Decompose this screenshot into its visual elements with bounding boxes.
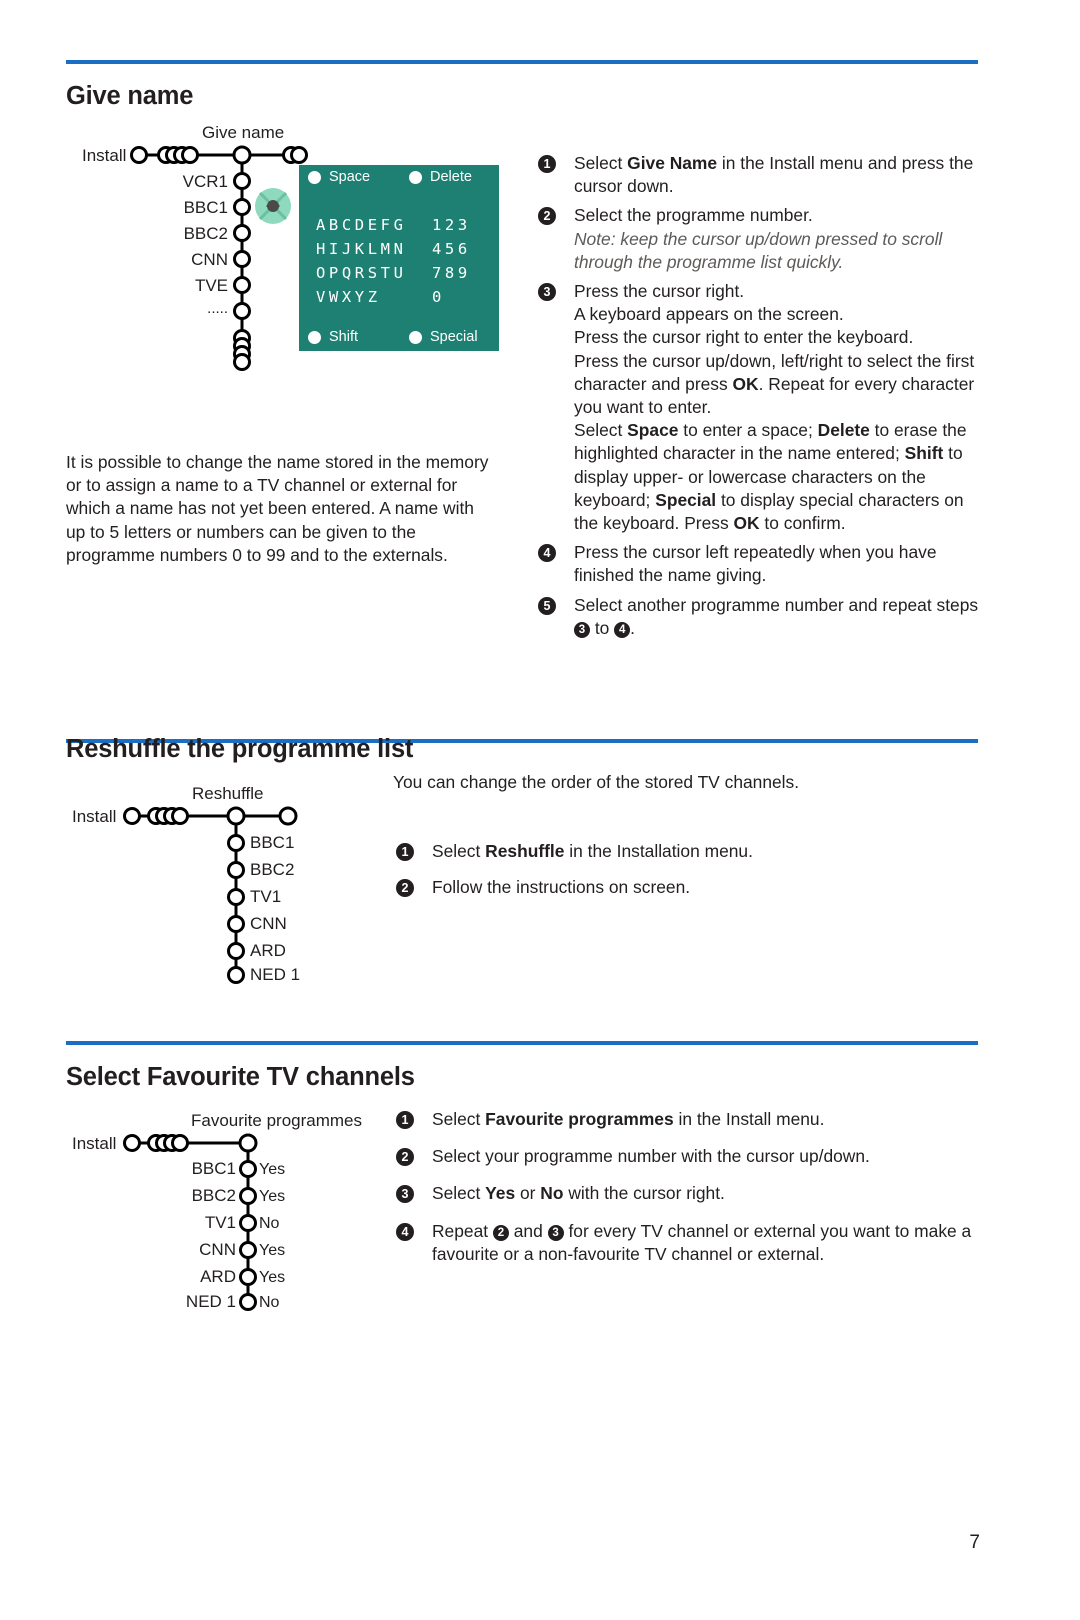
step-item: 5 Select another programme number and re… — [538, 594, 980, 640]
step-item: 4 Press the cursor left repeatedly when … — [538, 541, 980, 587]
tree-item-ard: ARD — [200, 1267, 236, 1286]
step-text: Repeat 2 and 3 for every TV channel or e… — [432, 1220, 972, 1264]
step-number: 1 — [538, 155, 556, 173]
step-item: 1 Select Reshuffle in the Installation m… — [396, 840, 956, 863]
step-item: 2 Follow the instructions on screen. — [396, 876, 956, 899]
step-item: 1 Select Give Name in the Install menu a… — [538, 152, 980, 198]
osd-number-row-4[interactable]: 0 — [432, 288, 445, 306]
step-item: 2 Select your programme number with the … — [396, 1145, 976, 1168]
step-number: 4 — [538, 544, 556, 563]
step-number: 2 — [396, 879, 414, 898]
step-number: 3 — [396, 1185, 414, 1204]
step-number: 2 — [396, 1148, 414, 1167]
step-text: Select Reshuffle in the Installation men… — [432, 841, 753, 861]
step-item: 2 Select the programme number. Note: keep… — [538, 204, 980, 274]
step-text: Select another programme number and repe… — [574, 594, 979, 638]
document-page: Give name Install Give name VCR1 BBC1 BB… — [0, 0, 1080, 1620]
step-item: 3 Select Yes or No with the cursor right… — [396, 1182, 976, 1205]
step-item: 4 Repeat 2 and 3 for every TV channel or… — [396, 1220, 976, 1266]
osd-delete-label[interactable]: Delete — [430, 169, 472, 185]
step-text: Select Favourite programmes in the Insta… — [432, 1109, 825, 1129]
step-number: 3 — [538, 283, 556, 302]
tree-value-bbc1: Yes — [259, 1161, 286, 1178]
step-text: Select the programme number. Note: keep t… — [574, 205, 943, 272]
give-name-steps-list: 1 Select Give Name in the Install menu a… — [538, 152, 980, 640]
tree-value-tv1: No — [259, 1215, 280, 1232]
tree-value-ard: Yes — [259, 1269, 286, 1286]
step-text: Press the cursor left repeatedly when yo… — [574, 542, 937, 586]
osd-special-label[interactable]: Special — [430, 329, 478, 345]
step-number: 1 — [396, 1111, 414, 1129]
step-item: 1 Select Favourite programmes in the Ins… — [396, 1108, 976, 1131]
tree-value-bbc2: Yes — [259, 1188, 286, 1205]
osd-number-row-3[interactable]: 789 — [432, 264, 471, 282]
tree-item-bbc1: BBC1 — [191, 1159, 236, 1178]
osd-number-row-2[interactable]: 456 — [432, 240, 471, 258]
reshuffle-steps-list: 1 Select Reshuffle in the Installation m… — [396, 840, 956, 899]
tree-value-ned1: No — [259, 1294, 280, 1311]
reshuffle-intro-paragraph: You can change the order of the stored T… — [393, 772, 800, 792]
step-number: 2 — [538, 207, 556, 226]
step-text: Select Yes or No with the cursor right. — [432, 1183, 725, 1204]
favourite-steps-list: 1 Select Favourite programmes in the Ins… — [396, 1108, 976, 1266]
step-text: Follow the instructions on screen. — [432, 877, 691, 898]
tree-item-cnn: CNN — [199, 1240, 236, 1259]
step-number: 1 — [396, 843, 414, 861]
tree-item-ned1: NED 1 — [185, 1292, 236, 1311]
step-text: Select your programme number with the cu… — [432, 1146, 870, 1167]
tree-item-bbc2: BBC2 — [191, 1186, 236, 1205]
step-text: Select Give Name in the Install menu and… — [574, 153, 974, 197]
tree-value-cnn: Yes — [259, 1242, 286, 1259]
osd-number-row-1[interactable]: 123 — [432, 216, 471, 234]
step-item: 3 Press the cursor right. A keyboard appe… — [538, 280, 980, 535]
step-text: Press the cursor right. A keyboard appear… — [574, 281, 975, 534]
delete-bullet-icon — [409, 171, 422, 184]
special-bullet-icon — [409, 331, 422, 344]
tree-title: Favourite programmes — [191, 1111, 363, 1130]
tree-item-tv1: TV1 — [204, 1213, 236, 1232]
step-number: 5 — [538, 596, 556, 615]
step-number: 4 — [396, 1222, 414, 1241]
tree-root-label: Install — [72, 1134, 117, 1153]
page-number: 7 — [969, 1532, 980, 1553]
